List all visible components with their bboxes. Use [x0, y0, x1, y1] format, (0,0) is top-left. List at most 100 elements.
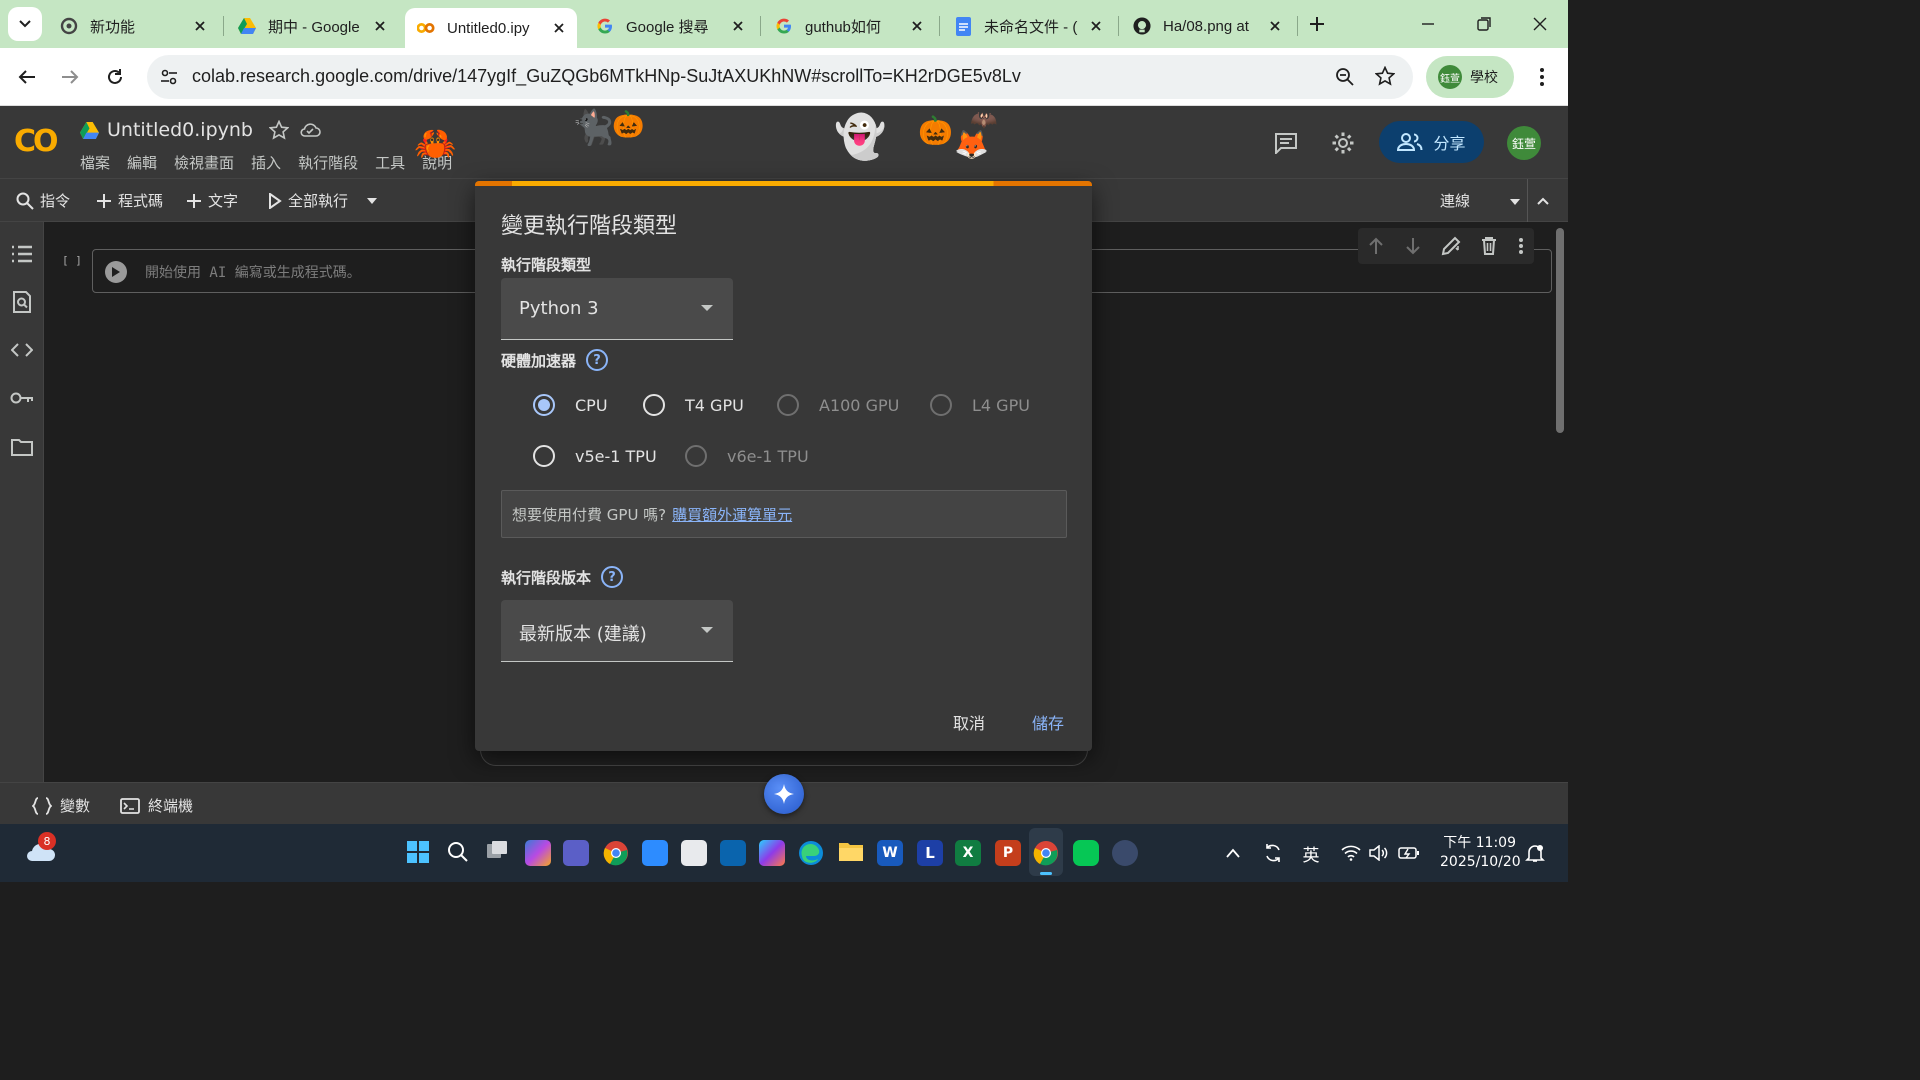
dialog-title: 變更執行階段類型 [501, 214, 678, 239]
tab-title: Google 搜尋 [626, 18, 709, 36]
paid-gpu-notice: 想要使用付費 GPU 嗎? 購買額外運算單元 [501, 490, 1067, 538]
runtime-type-value: Python 3 [519, 298, 599, 319]
reload-button[interactable] [103, 65, 127, 89]
microsoft-store-icon[interactable] [681, 840, 707, 866]
copilot-icon[interactable] [525, 840, 551, 866]
tab-title: Untitled0.ipy [447, 19, 530, 37]
browser-tab-strip: 新功能 期中 - Google Untitled0.ipy Google 搜尋 … [0, 0, 1568, 48]
line-app-icon[interactable] [1073, 840, 1099, 866]
sync-icon[interactable] [1262, 842, 1284, 864]
url-text: colab.research.google.com/drive/147ygIf_… [192, 66, 1021, 86]
notice-text: 想要使用付費 GPU 嗎? [512, 505, 667, 524]
tab-search-button[interactable] [8, 7, 42, 41]
l-app-icon[interactable]: L [917, 840, 943, 866]
search-icon[interactable] [446, 840, 472, 866]
runtime-version-value: 最新版本 (建議) [519, 624, 647, 645]
radio-label: L4 GPU [972, 395, 1030, 415]
new-tab-button[interactable] [1305, 12, 1329, 36]
chrome-icon[interactable] [1033, 840, 1059, 866]
zoom-icon[interactable] [1335, 67, 1355, 91]
bookmark-star-icon[interactable] [1374, 65, 1396, 90]
wifi-icon[interactable] [1340, 842, 1362, 864]
close-window-button[interactable] [1528, 12, 1552, 36]
caret-down-icon [701, 305, 713, 311]
halloween-accent-bar [475, 181, 1092, 186]
radio-indicator [533, 394, 555, 416]
outlook-icon[interactable] [720, 840, 746, 866]
tab-separator [939, 16, 940, 36]
close-icon[interactable] [1265, 16, 1285, 36]
back-button[interactable] [15, 65, 39, 89]
radio-indicator [777, 394, 799, 416]
task-view-icon[interactable] [486, 840, 512, 866]
arrow-right-icon [62, 70, 79, 84]
close-icon[interactable] [728, 16, 748, 36]
site-info-icon[interactable] [159, 67, 179, 91]
active-indicator [1040, 872, 1052, 875]
browser-tab[interactable]: guthub如何 [763, 8, 935, 44]
radio-t4-gpu[interactable]: T4 GPU [643, 394, 744, 416]
google-icon [596, 17, 614, 35]
help-icon[interactable]: ? [601, 566, 624, 588]
radio-cpu[interactable]: CPU [533, 394, 608, 416]
restore-icon [1477, 17, 1491, 31]
word-icon[interactable]: W [877, 840, 903, 866]
notification-bell-icon[interactable] [1524, 842, 1546, 864]
excel-icon[interactable]: X [955, 840, 981, 866]
close-icon[interactable] [907, 16, 927, 36]
github-icon [1133, 17, 1151, 35]
system-clock[interactable]: 下午 11:09 2025/10/20 [1440, 834, 1521, 872]
cancel-button[interactable]: 取消 [953, 710, 985, 734]
runtime-type-label-text: 執行階段類型 [501, 256, 592, 274]
close-icon[interactable] [370, 16, 390, 36]
browser-tab[interactable]: Google 搜尋 [584, 8, 756, 44]
ime-indicator[interactable]: 英 [1300, 842, 1322, 866]
address-bar[interactable]: colab.research.google.com/drive/147ygIf_… [147, 55, 1413, 99]
arrow-left-icon [18, 70, 35, 84]
radio-indicator [533, 445, 555, 467]
browser-tab[interactable]: Ha/08.png at [1121, 8, 1293, 44]
microsoft-365-icon[interactable] [759, 840, 785, 866]
close-icon [1533, 17, 1547, 31]
help-icon[interactable]: ? [586, 349, 609, 371]
teams-icon[interactable] [563, 840, 589, 866]
browser-menu-button[interactable] [1530, 65, 1554, 89]
minimize-button[interactable] [1416, 12, 1440, 36]
forward-button[interactable] [58, 65, 82, 89]
radio-a100-gpu: A100 GPU [777, 394, 899, 416]
avatar: 鈺萱 [1438, 65, 1462, 89]
radio-indicator [685, 445, 707, 467]
browser-tab-active[interactable]: Untitled0.ipy [405, 8, 577, 48]
radio-label: v5e-1 TPU [575, 446, 657, 466]
chrome-icon[interactable] [603, 840, 629, 866]
zoom-app-icon[interactable] [642, 840, 668, 866]
save-button[interactable]: 儲存 [1032, 710, 1064, 734]
chevron-up-icon[interactable] [1222, 842, 1244, 864]
edge-icon[interactable] [798, 840, 824, 866]
change-runtime-dialog: 變更執行階段類型 執行階段類型 Python 3 硬體加速器 ? CPU T4 … [475, 181, 1092, 751]
radio-v5e1-tpu[interactable]: v5e-1 TPU [533, 445, 657, 467]
buy-compute-units-link[interactable]: 購買額外運算單元 [672, 504, 792, 525]
runtime-version-select[interactable]: 最新版本 (建議) [501, 600, 733, 662]
clock-time: 下午 11:09 [1443, 835, 1516, 851]
volume-icon[interactable] [1368, 842, 1390, 864]
file-explorer-icon[interactable] [838, 840, 864, 866]
close-icon[interactable] [1086, 16, 1106, 36]
browser-tab[interactable]: 新功能 [48, 8, 218, 44]
browser-tab[interactable]: 未命名文件 - ( [942, 8, 1114, 44]
weather-widget[interactable]: 8 [24, 832, 56, 866]
tab-title: guthub如何 [805, 18, 881, 36]
colab-icon [417, 19, 435, 37]
profile-chip[interactable]: 鈺萱 學校 [1426, 56, 1514, 98]
close-icon[interactable] [549, 18, 569, 38]
browser-toolbar: colab.research.google.com/drive/147ygIf_… [0, 48, 1568, 106]
radio-v6e1-tpu: v6e-1 TPU [685, 445, 809, 467]
close-icon[interactable] [190, 16, 210, 36]
battery-icon[interactable] [1398, 842, 1420, 864]
browser-tab[interactable]: 期中 - Google [226, 8, 398, 44]
powerpoint-icon[interactable]: P [995, 840, 1021, 866]
runtime-type-select[interactable]: Python 3 [501, 278, 733, 340]
windows-start-icon[interactable] [406, 840, 432, 866]
restore-button[interactable] [1472, 12, 1496, 36]
assistant-app-icon[interactable] [1112, 840, 1138, 866]
